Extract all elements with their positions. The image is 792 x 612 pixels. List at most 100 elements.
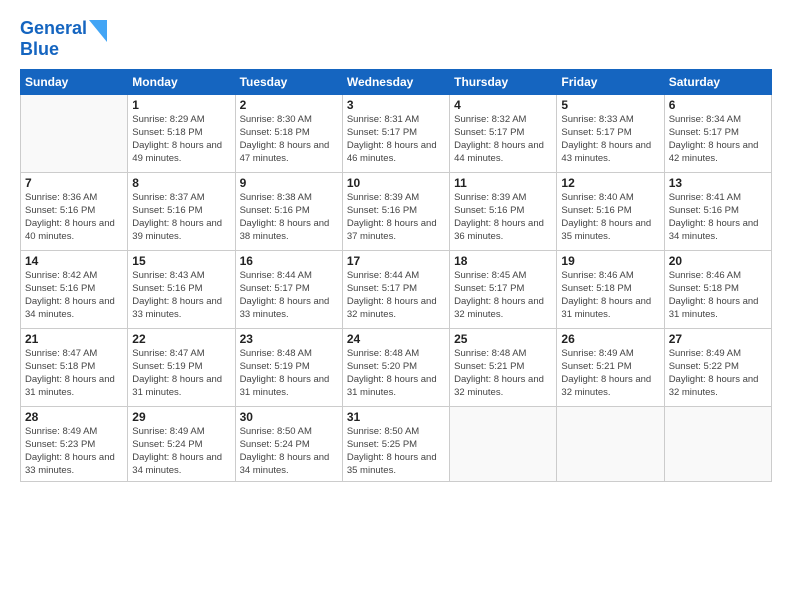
weekday-header: Tuesday [235,70,342,95]
calendar-week-row: 21 Sunrise: 8:47 AMSunset: 5:18 PMDayligh… [21,329,772,407]
calendar-cell: 3 Sunrise: 8:31 AMSunset: 5:17 PMDaylight… [342,95,449,173]
day-number: 24 [347,332,445,346]
logo-chevron [89,20,107,47]
day-number: 22 [132,332,230,346]
calendar-cell: 25 Sunrise: 8:48 AMSunset: 5:21 PMDayligh… [450,329,557,407]
day-number: 6 [669,98,767,112]
day-number: 26 [561,332,659,346]
calendar-cell: 21 Sunrise: 8:47 AMSunset: 5:18 PMDayligh… [21,329,128,407]
calendar-cell: 28Sunrise: 8:49 AMSunset: 5:23 PMDayligh… [21,407,128,481]
calendar-cell: 20Sunrise: 8:46 AMSunset: 5:18 PMDayligh… [664,251,771,329]
day-number: 27 [669,332,767,346]
day-detail: Sunrise: 8:50 AMSunset: 5:25 PMDaylight:… [347,426,445,477]
day-detail: Sunrise: 8:29 AMSunset: 5:18 PMDaylight:… [132,114,230,165]
day-number: 9 [240,176,338,190]
day-number: 30 [240,410,338,424]
calendar-cell: 30Sunrise: 8:50 AMSunset: 5:24 PMDayligh… [235,407,342,481]
calendar-cell: 9 Sunrise: 8:38 AMSunset: 5:16 PMDaylight… [235,173,342,251]
calendar-table: SundayMondayTuesdayWednesdayThursdayFrid… [20,69,772,481]
day-number: 29 [132,410,230,424]
day-detail: Sunrise: 8:46 AMSunset: 5:18 PMDaylight:… [561,270,659,321]
weekday-header-row: SundayMondayTuesdayWednesdayThursdayFrid… [21,70,772,95]
calendar-cell: 13Sunrise: 8:41 AMSunset: 5:16 PMDayligh… [664,173,771,251]
weekday-header: Monday [128,70,235,95]
calendar-week-row: 14 Sunrise: 8:42 AMSunset: 5:16 PMDayligh… [21,251,772,329]
calendar-cell: 24Sunrise: 8:48 AMSunset: 5:20 PMDayligh… [342,329,449,407]
day-number: 1 [132,98,230,112]
day-number: 20 [669,254,767,268]
day-number: 7 [25,176,123,190]
day-detail: Sunrise: 8:45 AMSunset: 5:17 PMDaylight:… [454,270,552,321]
logo-text: GeneralBlue [20,18,87,59]
calendar-cell: 26 Sunrise: 8:49 AMSunset: 5:21 PMDayligh… [557,329,664,407]
day-detail: Sunrise: 8:49 AMSunset: 5:21 PMDaylight:… [561,348,659,399]
day-number: 23 [240,332,338,346]
day-number: 2 [240,98,338,112]
day-number: 5 [561,98,659,112]
calendar-cell: 31Sunrise: 8:50 AMSunset: 5:25 PMDayligh… [342,407,449,481]
calendar-cell: 5 Sunrise: 8:33 AMSunset: 5:17 PMDaylight… [557,95,664,173]
calendar-cell: 23 Sunrise: 8:48 AMSunset: 5:19 PMDayligh… [235,329,342,407]
calendar-week-row: 1 Sunrise: 8:29 AMSunset: 5:18 PMDaylight… [21,95,772,173]
day-number: 3 [347,98,445,112]
day-detail: Sunrise: 8:48 AMSunset: 5:21 PMDaylight:… [454,348,552,399]
calendar-cell: 7Sunrise: 8:36 AMSunset: 5:16 PMDaylight… [21,173,128,251]
day-detail: Sunrise: 8:30 AMSunset: 5:18 PMDaylight:… [240,114,338,165]
weekday-header: Saturday [664,70,771,95]
weekday-header: Sunday [21,70,128,95]
calendar-cell: 17 Sunrise: 8:44 AMSunset: 5:17 PMDayligh… [342,251,449,329]
calendar-cell: 2 Sunrise: 8:30 AMSunset: 5:18 PMDaylight… [235,95,342,173]
day-detail: Sunrise: 8:47 AMSunset: 5:19 PMDaylight:… [132,348,230,399]
weekday-header: Wednesday [342,70,449,95]
calendar-cell: 16 Sunrise: 8:44 AMSunset: 5:17 PMDayligh… [235,251,342,329]
calendar-cell: 6 Sunrise: 8:34 AMSunset: 5:17 PMDaylight… [664,95,771,173]
day-detail: Sunrise: 8:44 AMSunset: 5:17 PMDaylight:… [347,270,445,321]
day-detail: Sunrise: 8:39 AMSunset: 5:16 PMDaylight:… [454,192,552,243]
day-detail: Sunrise: 8:37 AMSunset: 5:16 PMDaylight:… [132,192,230,243]
day-detail: Sunrise: 8:31 AMSunset: 5:17 PMDaylight:… [347,114,445,165]
day-detail: Sunrise: 8:43 AMSunset: 5:16 PMDaylight:… [132,270,230,321]
day-detail: Sunrise: 8:32 AMSunset: 5:17 PMDaylight:… [454,114,552,165]
calendar-cell: 15Sunrise: 8:43 AMSunset: 5:16 PMDayligh… [128,251,235,329]
calendar-cell: 1 Sunrise: 8:29 AMSunset: 5:18 PMDaylight… [128,95,235,173]
calendar-cell: 18 Sunrise: 8:45 AMSunset: 5:17 PMDayligh… [450,251,557,329]
day-detail: Sunrise: 8:49 AMSunset: 5:24 PMDaylight:… [132,426,230,477]
day-detail: Sunrise: 8:48 AMSunset: 5:19 PMDaylight:… [240,348,338,399]
calendar-week-row: 28Sunrise: 8:49 AMSunset: 5:23 PMDayligh… [21,407,772,481]
day-detail: Sunrise: 8:42 AMSunset: 5:16 PMDaylight:… [25,270,123,321]
day-number: 4 [454,98,552,112]
calendar-cell: 4 Sunrise: 8:32 AMSunset: 5:17 PMDaylight… [450,95,557,173]
day-number: 14 [25,254,123,268]
calendar-cell [664,407,771,481]
day-detail: Sunrise: 8:33 AMSunset: 5:17 PMDaylight:… [561,114,659,165]
calendar-cell: 14 Sunrise: 8:42 AMSunset: 5:16 PMDayligh… [21,251,128,329]
day-number: 17 [347,254,445,268]
day-number: 18 [454,254,552,268]
calendar-cell: 8 Sunrise: 8:37 AMSunset: 5:16 PMDaylight… [128,173,235,251]
day-number: 25 [454,332,552,346]
day-detail: Sunrise: 8:39 AMSunset: 5:16 PMDaylight:… [347,192,445,243]
day-number: 16 [240,254,338,268]
logo: GeneralBlue [20,18,107,59]
calendar-cell [21,95,128,173]
calendar-cell: 11 Sunrise: 8:39 AMSunset: 5:16 PMDayligh… [450,173,557,251]
day-number: 10 [347,176,445,190]
day-detail: Sunrise: 8:49 AMSunset: 5:23 PMDaylight:… [25,426,123,477]
day-detail: Sunrise: 8:47 AMSunset: 5:18 PMDaylight:… [25,348,123,399]
day-detail: Sunrise: 8:34 AMSunset: 5:17 PMDaylight:… [669,114,767,165]
weekday-header: Friday [557,70,664,95]
calendar-cell: 12Sunrise: 8:40 AMSunset: 5:16 PMDayligh… [557,173,664,251]
calendar-week-row: 7Sunrise: 8:36 AMSunset: 5:16 PMDaylight… [21,173,772,251]
calendar-page: GeneralBlue SundayMondayTuesdayWednesday… [0,0,792,612]
logo-container: GeneralBlue [20,18,107,59]
calendar-cell [450,407,557,481]
day-number: 12 [561,176,659,190]
day-number: 8 [132,176,230,190]
day-number: 21 [25,332,123,346]
day-number: 11 [454,176,552,190]
calendar-cell: 29 Sunrise: 8:49 AMSunset: 5:24 PMDayligh… [128,407,235,481]
day-detail: Sunrise: 8:38 AMSunset: 5:16 PMDaylight:… [240,192,338,243]
day-detail: Sunrise: 8:44 AMSunset: 5:17 PMDaylight:… [240,270,338,321]
calendar-cell: 27Sunrise: 8:49 AMSunset: 5:22 PMDayligh… [664,329,771,407]
calendar-cell: 10 Sunrise: 8:39 AMSunset: 5:16 PMDayligh… [342,173,449,251]
